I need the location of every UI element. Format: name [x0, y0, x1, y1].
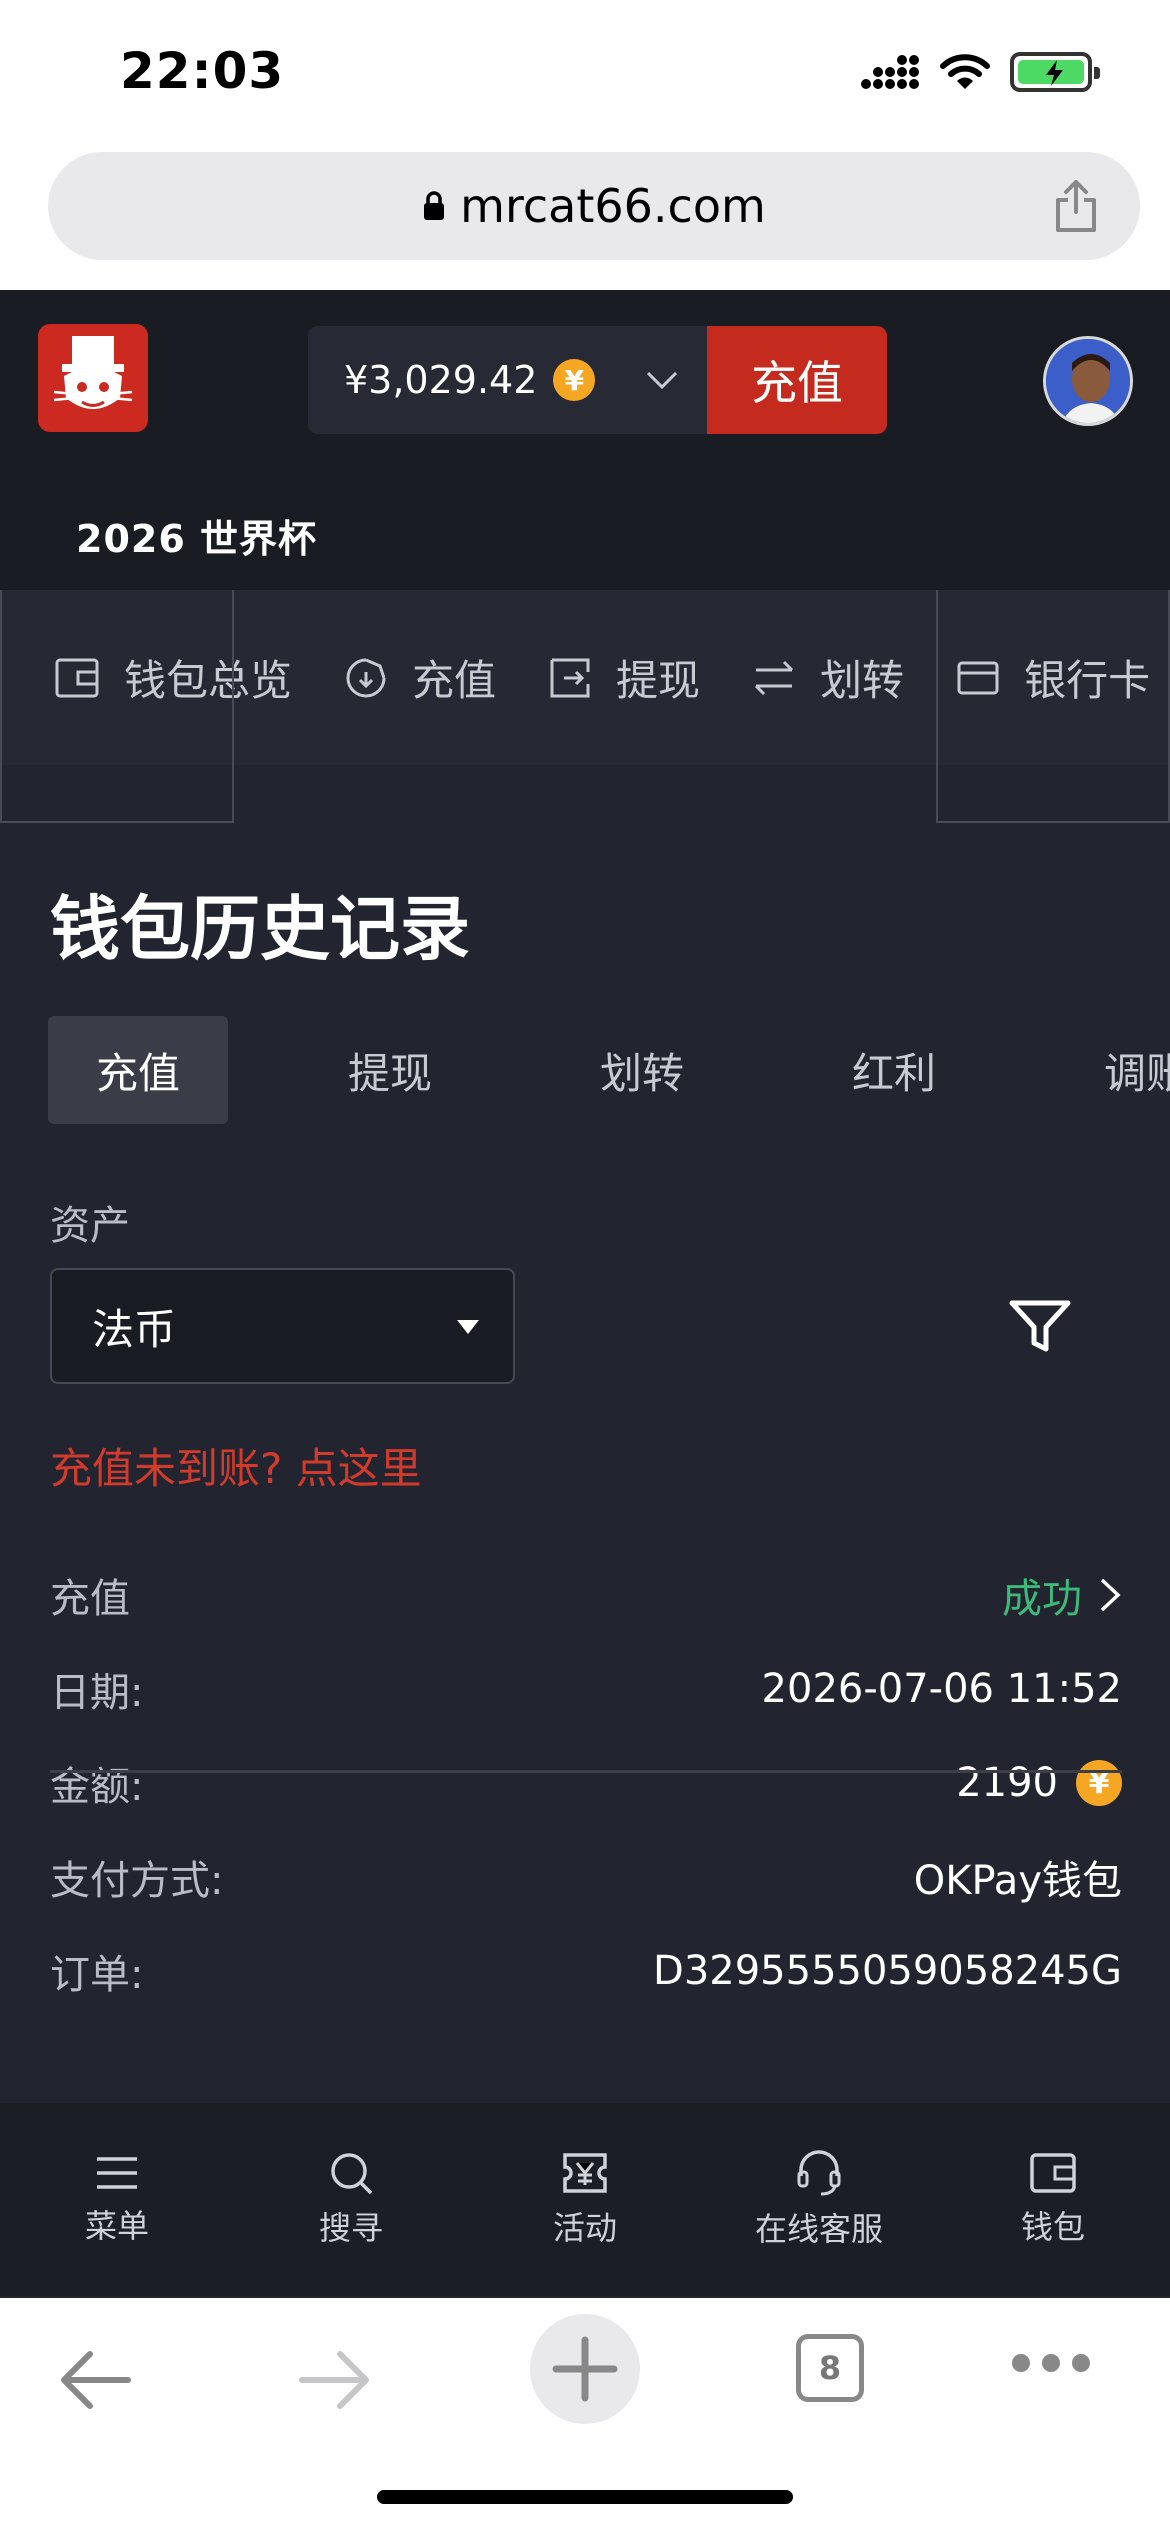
share-icon[interactable]: [1052, 178, 1100, 234]
forward-arrow-icon[interactable]: [298, 2346, 374, 2414]
new-tab-button[interactable]: [530, 2314, 640, 2424]
tab-adjustment[interactable]: 调账: [1056, 1016, 1170, 1124]
cat-logo-icon: [53, 336, 133, 409]
menu-icon: [97, 2156, 137, 2189]
asset-label: 资产: [50, 1203, 130, 1249]
status-time: 22:03: [120, 42, 285, 100]
record-method: OKPay钱包: [913, 1858, 1122, 1904]
record-header-row: 充值 成功: [50, 1548, 1122, 1642]
wallet-nav-bank-card[interactable]: 银行卡: [930, 590, 1170, 765]
yuan-coin-icon: ¥: [553, 359, 596, 401]
wallet-nav: 钱包总览 充值 提现 划转 银行卡: [0, 590, 1170, 823]
asset-select-value: 法币: [92, 1304, 177, 1354]
bottom-nav-activity[interactable]: 活动: [475, 2151, 695, 2249]
yuan-coin-icon: ¥: [1076, 1760, 1122, 1806]
battery-icon: [1010, 52, 1100, 92]
header-deposit-button[interactable]: 充值: [707, 326, 887, 434]
world-cup-banner[interactable]: 2026 世界杯: [76, 508, 317, 563]
site-header: ¥3,029.42 ¥ 充值 2026 世界杯: [0, 290, 1170, 590]
tab-deposit[interactable]: 充值: [48, 1016, 228, 1124]
headset-icon: [797, 2149, 841, 2195]
wallet-nav-overview[interactable]: 钱包总览: [0, 590, 318, 765]
bottom-nav-search[interactable]: 搜寻: [241, 2151, 461, 2249]
activity-icon: [563, 2152, 607, 2193]
user-avatar[interactable]: [1043, 336, 1133, 426]
chevron-down-icon: [646, 371, 678, 390]
bank-card-icon: [957, 661, 999, 694]
status-text: 成功: [1002, 1576, 1082, 1622]
bottom-nav-menu[interactable]: 菜单: [7, 2153, 227, 2247]
wallet-icon: [1030, 2152, 1076, 2193]
record-order: D3295555059058245G: [653, 1948, 1122, 1994]
record-date-row: 日期: 2026-07-06 11:52: [50, 1666, 1122, 1716]
back-arrow-icon[interactable]: [56, 2346, 132, 2414]
address-bar[interactable]: mrcat66.com: [48, 152, 1140, 260]
filter-icon[interactable]: [1008, 1297, 1072, 1355]
status-icons: [860, 52, 1100, 92]
record-amount-row: 金额: 2190 ¥: [50, 1736, 1122, 1830]
deposit-icon: [346, 658, 386, 697]
wallet-nav-withdraw[interactable]: 提现: [522, 590, 726, 765]
status-bar: 22:03: [0, 0, 1170, 150]
home-indicator: [377, 2490, 793, 2504]
tab-bonus[interactable]: 红利: [804, 1016, 984, 1124]
asset-select[interactable]: 法币: [50, 1268, 515, 1384]
search-icon: [331, 2152, 373, 2194]
more-options-icon[interactable]: [1012, 2354, 1090, 2372]
withdraw-icon: [550, 658, 590, 697]
record-type: 充值: [50, 1576, 130, 1622]
bottom-nav: 菜单 搜寻 活动 在线客服 钱包: [0, 2103, 1170, 2296]
chevron-right-icon: [1100, 1578, 1121, 1612]
history-tabs: 充值 提现 划转 红利 调账: [48, 1016, 1170, 1124]
record-status[interactable]: 成功: [1002, 1566, 1122, 1624]
tab-switcher-button[interactable]: 8: [796, 2334, 864, 2402]
tab-transfer[interactable]: 划转: [552, 1016, 732, 1124]
bottom-nav-wallet[interactable]: 钱包: [943, 2152, 1163, 2248]
site-logo[interactable]: [38, 324, 148, 432]
page-title: 钱包历史记录: [50, 888, 470, 970]
record-divider: [50, 1770, 1122, 1773]
wallet-icon: [55, 658, 99, 697]
transfer-icon: [754, 660, 794, 695]
transaction-record[interactable]: 充值 成功 日期: 2026-07-06 11:52 金额: 2190 ¥ 支付…: [50, 1548, 1122, 2018]
wifi-icon: [940, 54, 990, 89]
cellular-signal-icon: [861, 55, 919, 89]
balance-amount: ¥3,029.42: [344, 358, 538, 402]
record-order-row: 订单: D3295555059058245G: [50, 1948, 1122, 1998]
wallet-nav-transfer[interactable]: 划转: [726, 590, 930, 765]
plus-icon: [552, 2336, 618, 2402]
balance-selector[interactable]: ¥3,029.42 ¥: [308, 326, 708, 434]
tab-withdraw[interactable]: 提现: [300, 1016, 480, 1124]
missing-deposit-link[interactable]: 充值未到账? 点这里: [50, 1435, 422, 1496]
caret-down-icon: [457, 1320, 479, 1334]
wallet-nav-deposit[interactable]: 充值: [318, 590, 522, 765]
app-container: ¥3,029.42 ¥ 充值 2026 世界杯 钱包总览 充值 提现 划转 银行…: [0, 290, 1170, 2383]
lock-icon: [424, 191, 445, 220]
record-date: 2026-07-06 11:52: [761, 1666, 1122, 1712]
url-text: mrcat66.com: [460, 179, 766, 233]
record-amount: 2190: [956, 1760, 1058, 1806]
record-method-row: 支付方式: OKPay钱包: [50, 1830, 1122, 1924]
bottom-nav-customer-service[interactable]: 在线客服: [709, 2149, 929, 2250]
